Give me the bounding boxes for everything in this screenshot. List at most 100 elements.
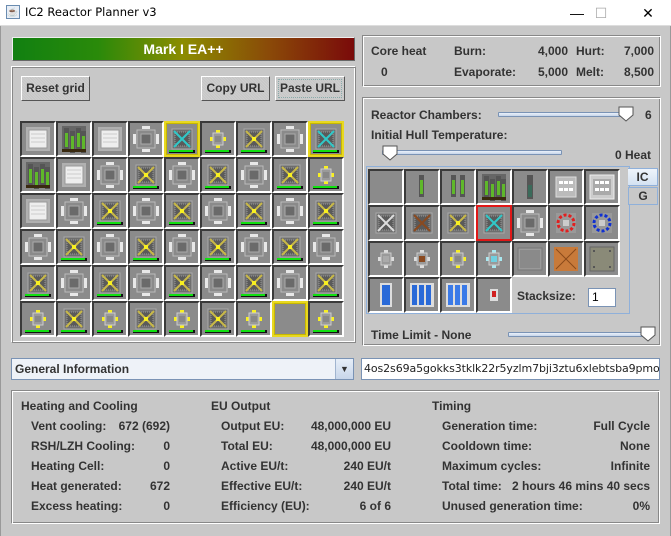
palette-item-advanced-heat-vent[interactable] bbox=[476, 205, 512, 241]
palette-item-empty[interactable] bbox=[368, 169, 404, 205]
reactor-slot-2-0[interactable] bbox=[20, 193, 56, 229]
reactor-slot-2-5[interactable] bbox=[200, 193, 236, 229]
palette-item-coolant-cell-30k[interactable] bbox=[404, 277, 440, 313]
reactor-slot-0-5[interactable] bbox=[200, 121, 236, 157]
reactor-slot-3-8[interactable] bbox=[308, 229, 344, 265]
reactor-slot-0-1[interactable] bbox=[56, 121, 92, 157]
time-limit-slider-thumb[interactable] bbox=[640, 326, 656, 342]
palette-item-advanced-heat-exchanger[interactable] bbox=[440, 241, 476, 277]
palette-item-dual-uranium-cell[interactable] bbox=[440, 169, 476, 205]
reactor-slot-2-1[interactable] bbox=[56, 193, 92, 229]
palette-item-component-heat-exchanger[interactable] bbox=[368, 241, 404, 277]
reactor-slot-0-0[interactable] bbox=[20, 121, 56, 157]
reactor-slot-1-0[interactable] bbox=[20, 157, 56, 193]
palette-item-rsh-cell[interactable] bbox=[476, 277, 512, 313]
time-limit-slider[interactable] bbox=[508, 332, 648, 337]
reactor-chambers-slider[interactable] bbox=[498, 112, 626, 117]
reactor-slot-3-5[interactable] bbox=[200, 229, 236, 265]
reactor-slot-5-4[interactable] bbox=[164, 301, 200, 337]
palette-item-heat-exchanger[interactable] bbox=[584, 169, 620, 205]
reactor-slot-5-6[interactable] bbox=[236, 301, 272, 337]
reactor-slot-1-5[interactable] bbox=[200, 157, 236, 193]
reactor-slot-1-1[interactable] bbox=[56, 157, 92, 193]
reactor-slot-2-4[interactable] bbox=[164, 193, 200, 229]
reactor-slot-1-3[interactable] bbox=[128, 157, 164, 193]
palette-item-overclocked-heat-vent[interactable] bbox=[440, 205, 476, 241]
reactor-slot-4-8[interactable] bbox=[308, 265, 344, 301]
reactor-slot-5-8[interactable] bbox=[308, 301, 344, 337]
palette-item-heat-vent[interactable] bbox=[368, 205, 404, 241]
palette-item-coolant-heat-exchanger[interactable] bbox=[476, 241, 512, 277]
palette-item-heat-capacity-plating[interactable] bbox=[584, 241, 620, 277]
reactor-slot-3-1[interactable] bbox=[56, 229, 92, 265]
info-view-select[interactable]: General Information ▼ bbox=[11, 358, 354, 380]
chevron-down-icon[interactable]: ▼ bbox=[335, 359, 353, 379]
info-value: 6 of 6 bbox=[359, 499, 391, 513]
palette-item-coolant-cell-10k[interactable] bbox=[368, 277, 404, 313]
tab-g[interactable]: G bbox=[628, 187, 658, 205]
reactor-slot-4-6[interactable] bbox=[236, 265, 272, 301]
stacksize-input[interactable]: 1 bbox=[588, 288, 616, 307]
reactor-slot-5-0[interactable] bbox=[20, 301, 56, 337]
reactor-slot-1-2[interactable] bbox=[92, 157, 128, 193]
reactor-slot-1-4[interactable] bbox=[164, 157, 200, 193]
palette-item-neutron-reflector[interactable] bbox=[512, 169, 548, 205]
maximize-button[interactable]: ☐ bbox=[578, 0, 624, 26]
reactor-slot-4-3[interactable] bbox=[128, 265, 164, 301]
hull-temperature-slider[interactable] bbox=[382, 150, 562, 155]
reactor-slot-0-3[interactable] bbox=[128, 121, 164, 157]
palette-item-reactor-heat-exchanger[interactable] bbox=[404, 241, 440, 277]
reactor-slot-5-1[interactable] bbox=[56, 301, 92, 337]
tab-ic[interactable]: IC bbox=[628, 168, 658, 186]
palette-item-containment-plating[interactable] bbox=[548, 241, 584, 277]
reactor-chambers-slider-thumb[interactable] bbox=[618, 106, 634, 122]
reactor-slot-5-3[interactable] bbox=[128, 301, 164, 337]
reactor-slot-0-6[interactable] bbox=[236, 121, 272, 157]
palette-item-lzh-condensator[interactable] bbox=[584, 205, 620, 241]
reactor-slot-1-6[interactable] bbox=[236, 157, 272, 193]
palette-item-component-heat-vent[interactable] bbox=[512, 205, 548, 241]
reactor-slot-2-2[interactable] bbox=[92, 193, 128, 229]
reactor-code-field[interactable]: 4os2s69a5gokks3tklk22r5yzlm7bji3ztu6xleb… bbox=[361, 358, 660, 380]
hull-temperature-slider-thumb[interactable] bbox=[382, 145, 398, 161]
reactor-slot-2-8[interactable] bbox=[308, 193, 344, 229]
reset-grid-button[interactable]: Reset grid bbox=[21, 76, 90, 101]
reactor-slot-5-7[interactable] bbox=[272, 301, 308, 337]
reactor-slot-4-2[interactable] bbox=[92, 265, 128, 301]
reactor-slot-2-6[interactable] bbox=[236, 193, 272, 229]
reactor-slot-4-1[interactable] bbox=[56, 265, 92, 301]
reactor-slot-3-4[interactable] bbox=[164, 229, 200, 265]
palette-item-rsh-condensator[interactable] bbox=[548, 205, 584, 241]
reactor-slot-4-0[interactable] bbox=[20, 265, 56, 301]
palette-item-uranium-cell[interactable] bbox=[404, 169, 440, 205]
overclocked-heat-vent-icon bbox=[205, 236, 231, 261]
reactor-slot-5-2[interactable] bbox=[92, 301, 128, 337]
paste-url-button[interactable]: Paste URL bbox=[275, 76, 345, 101]
palette-item-reactor-plating-iron[interactable] bbox=[512, 241, 548, 277]
reactor-slot-0-7[interactable] bbox=[272, 121, 308, 157]
copy-url-button[interactable]: Copy URL bbox=[201, 76, 270, 101]
close-button[interactable]: ✕ bbox=[625, 0, 671, 26]
evaporate-value: 5,000 bbox=[537, 65, 568, 79]
reactor-slot-0-2[interactable] bbox=[92, 121, 128, 157]
reactor-slot-0-8[interactable] bbox=[308, 121, 344, 157]
reactor-slot-3-0[interactable] bbox=[20, 229, 56, 265]
reactor-slot-4-4[interactable] bbox=[164, 265, 200, 301]
reactor-slot-0-4[interactable] bbox=[164, 121, 200, 157]
reactor-slot-1-8[interactable] bbox=[308, 157, 344, 193]
palette-item-reactor-heat-vent[interactable] bbox=[404, 205, 440, 241]
palette-item-quad-uranium-cell[interactable] bbox=[476, 169, 512, 205]
reactor-slot-2-3[interactable] bbox=[128, 193, 164, 229]
reactor-slot-3-6[interactable] bbox=[236, 229, 272, 265]
palette-item-heat-exchanger-small[interactable] bbox=[548, 169, 584, 205]
reactor-slot-2-7[interactable] bbox=[272, 193, 308, 229]
reactor-slot-4-7[interactable] bbox=[272, 265, 308, 301]
reactor-slot-3-3[interactable] bbox=[128, 229, 164, 265]
reactor-slot-3-7[interactable] bbox=[272, 229, 308, 265]
overclocked-heat-vent-icon bbox=[274, 303, 306, 335]
reactor-slot-3-2[interactable] bbox=[92, 229, 128, 265]
reactor-slot-4-5[interactable] bbox=[200, 265, 236, 301]
reactor-slot-1-7[interactable] bbox=[272, 157, 308, 193]
palette-item-coolant-cell-60k[interactable] bbox=[440, 277, 476, 313]
reactor-slot-5-5[interactable] bbox=[200, 301, 236, 337]
